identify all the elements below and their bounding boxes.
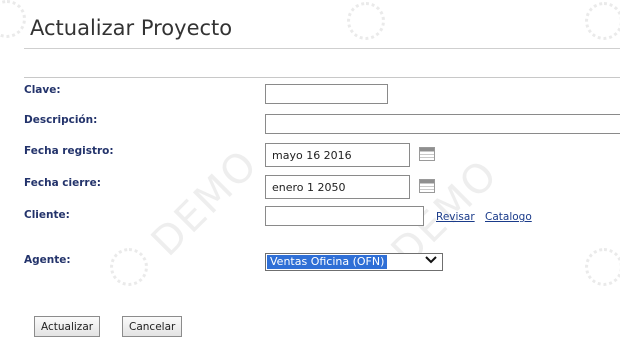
watermark-text: DEMO xyxy=(142,140,268,266)
fecha-registro-label: Fecha registro: xyxy=(24,145,114,157)
title-divider xyxy=(24,48,620,49)
clave-label: Clave: xyxy=(24,84,61,96)
calendar-icon[interactable] xyxy=(419,147,435,161)
calendar-icon[interactable] xyxy=(419,179,435,193)
watermark-seal xyxy=(585,248,620,286)
fecha-cierre-label: Fecha cierre: xyxy=(24,177,101,189)
page-title: Actualizar Proyecto xyxy=(30,16,233,40)
actualizar-button[interactable]: Actualizar xyxy=(34,316,101,337)
descripcion-input[interactable] xyxy=(265,114,620,134)
fecha-cierre-input[interactable] xyxy=(265,175,410,199)
revisar-link[interactable]: Revisar xyxy=(436,211,475,223)
watermark-seal xyxy=(347,2,385,40)
clave-input[interactable] xyxy=(265,84,388,104)
catalogo-link[interactable]: Catalogo xyxy=(485,211,532,223)
agente-select[interactable]: Ventas Oficina (OFN) xyxy=(265,253,443,271)
cliente-label: Cliente: xyxy=(24,209,70,221)
cliente-input[interactable] xyxy=(265,206,424,226)
descripcion-label: Descripción: xyxy=(24,114,98,126)
agente-selected-value: Ventas Oficina (OFN) xyxy=(267,255,388,269)
cancelar-button[interactable]: Cancelar xyxy=(122,316,183,337)
watermark-seal xyxy=(110,248,148,286)
agente-label: Agente: xyxy=(24,254,71,266)
fecha-registro-input[interactable] xyxy=(265,143,410,167)
form-divider xyxy=(24,77,620,78)
watermark-seal xyxy=(585,2,620,40)
watermark-seal xyxy=(0,0,26,38)
chevron-down-icon xyxy=(422,255,440,269)
